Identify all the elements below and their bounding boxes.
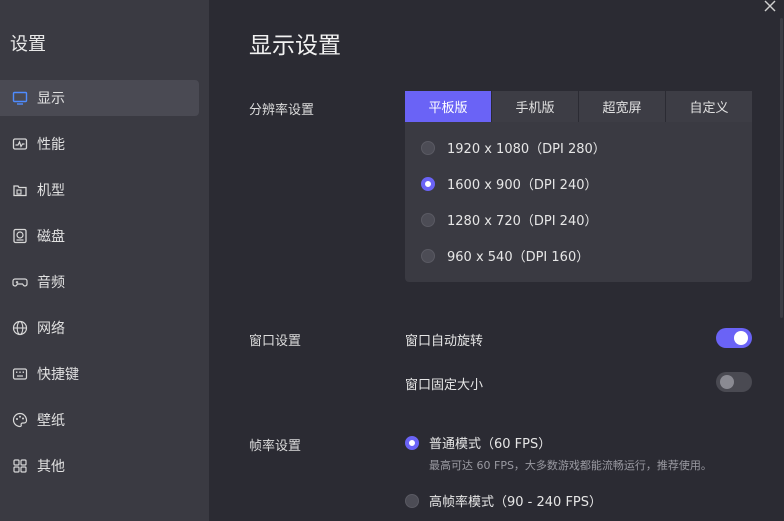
fps-normal-label: 普通模式（60 FPS） (429, 437, 552, 452)
radio-button[interactable] (405, 493, 419, 508)
resolution-option-960[interactable]: 960 x 540（DPI 160） (421, 246, 589, 265)
sidebar-item-other[interactable]: 其他 (0, 448, 199, 484)
close-icon[interactable] (762, 0, 778, 14)
palette-icon (12, 412, 28, 428)
page-title: 显示设置 (249, 33, 341, 59)
radio-button[interactable] (421, 140, 435, 155)
fixed-size-toggle[interactable] (716, 372, 752, 392)
toggle-knob (734, 331, 748, 345)
sidebar-item-network[interactable]: 网络 (0, 310, 199, 346)
performance-icon (12, 136, 28, 152)
fps-high-option[interactable]: 高帧率模式（90 - 240 FPS） (405, 491, 602, 510)
monitor-icon (12, 90, 28, 106)
resolution-option-1920[interactable]: 1920 x 1080（DPI 280） (421, 138, 606, 157)
main-panel: 显示设置 分辨率设置 平板版 手机版 超宽屏 自定义 1920 x 1080（D… (209, 0, 784, 521)
sidebar-item-label: 磁盘 (37, 229, 65, 245)
resolution-option-1280[interactable]: 1280 x 720（DPI 240） (421, 210, 597, 229)
sidebar-item-label: 音频 (37, 275, 65, 291)
disk-icon (12, 228, 28, 244)
grid-icon (12, 458, 28, 474)
fixed-size-label: 窗口固定大小 (405, 378, 484, 393)
resolution-option-label: 1920 x 1080（DPI 280） (447, 142, 606, 157)
toggle-knob (720, 375, 734, 389)
keyboard-icon (12, 366, 28, 382)
sidebar-item-audio[interactable]: 音频 (0, 264, 199, 300)
framerate-section-label: 帧率设置 (249, 439, 302, 454)
sidebar: 设置 显示 性能 机型 磁盘 音频 网络 快捷键 壁纸 其他 (0, 0, 209, 521)
fps-normal-option[interactable]: 普通模式（60 FPS） (405, 433, 551, 452)
resolution-options-panel: 1920 x 1080（DPI 280） 1600 x 900（DPI 240）… (405, 122, 752, 282)
resolution-option-label: 1280 x 720（DPI 240） (447, 214, 598, 229)
globe-icon (12, 320, 28, 336)
auto-rotate-label: 窗口自动旋转 (405, 334, 484, 349)
sidebar-item-label: 显示 (37, 91, 65, 107)
tab-phone[interactable]: 手机版 (492, 91, 579, 122)
fps-high-label: 高帧率模式（90 - 240 FPS） (429, 495, 603, 510)
fps-normal-hint: 最高可达 60 FPS，大多数游戏都能流畅运行，推荐使用。 (429, 459, 712, 472)
tab-custom[interactable]: 自定义 (666, 91, 752, 122)
auto-rotate-toggle[interactable] (716, 328, 752, 348)
gamepad-audio-icon (12, 274, 28, 290)
radio-button-selected[interactable] (405, 435, 419, 450)
sidebar-item-display[interactable]: 显示 (0, 80, 199, 116)
resolution-section-label: 分辨率设置 (249, 103, 315, 118)
radio-button-selected[interactable] (421, 176, 435, 191)
resolution-option-1600[interactable]: 1600 x 900（DPI 240） (421, 174, 597, 193)
tab-tablet[interactable]: 平板版 (405, 91, 492, 122)
resolution-option-label: 1600 x 900（DPI 240） (447, 178, 598, 193)
radio-button[interactable] (421, 248, 435, 263)
settings-window: 设置 显示 性能 机型 磁盘 音频 网络 快捷键 壁纸 其他 显示设置 分辨率设… (0, 0, 784, 521)
sidebar-item-shortcuts[interactable]: 快捷键 (0, 356, 199, 392)
sidebar-item-performance[interactable]: 性能 (0, 126, 199, 162)
sidebar-item-label: 性能 (37, 137, 65, 153)
sidebar-item-label: 快捷键 (37, 367, 79, 383)
sidebar-item-wallpaper[interactable]: 壁纸 (0, 402, 199, 438)
sidebar-item-label: 壁纸 (37, 413, 65, 429)
window-section-label: 窗口设置 (249, 334, 302, 349)
resolution-option-label: 960 x 540（DPI 160） (447, 250, 590, 265)
sidebar-item-model[interactable]: 机型 (0, 172, 199, 208)
sidebar-item-disk[interactable]: 磁盘 (0, 218, 199, 254)
sidebar-item-label: 网络 (37, 321, 65, 337)
radio-button[interactable] (421, 212, 435, 227)
scrollbar[interactable] (780, 18, 783, 318)
tab-ultrawide[interactable]: 超宽屏 (579, 91, 666, 122)
resolution-tabs: 平板版 手机版 超宽屏 自定义 (405, 91, 752, 122)
sidebar-title: 设置 (10, 34, 46, 55)
sidebar-item-label: 机型 (37, 183, 65, 199)
sidebar-item-label: 其他 (37, 459, 65, 475)
device-model-icon (12, 182, 28, 198)
